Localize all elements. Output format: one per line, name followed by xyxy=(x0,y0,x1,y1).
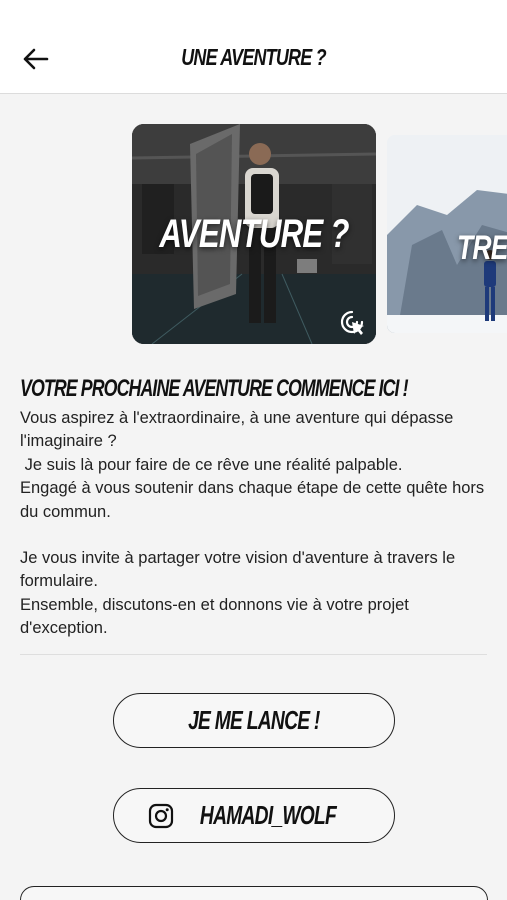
arrow-left-icon xyxy=(23,48,49,70)
carousel-card-next[interactable]: TRE xyxy=(387,135,507,333)
divider xyxy=(20,654,487,655)
instagram-icon xyxy=(148,803,174,828)
page-title: UNE AVENTURE ? xyxy=(181,44,326,70)
app-header: UNE AVENTURE ? xyxy=(0,0,507,94)
text-line: Ensemble, discutons-en et donnons vie à … xyxy=(20,595,409,638)
tap-cursor-icon xyxy=(340,310,364,335)
instagram-button[interactable]: HAMADI_WOLF xyxy=(113,788,395,843)
carousel-card-aventure[interactable]: AVENTURE ? xyxy=(132,124,376,344)
button-label: JE ME LANCE ! xyxy=(188,705,320,735)
section-title: VOTRE PROCHAINE AVENTURE COMMENCE ICI ! xyxy=(20,375,409,402)
je-me-lance-button[interactable]: JE ME LANCE ! xyxy=(113,693,395,748)
intro-text: Vous aspirez à l'extraordinaire, à une a… xyxy=(20,407,490,641)
text-line: Je suis là pour faire de ce rêve une réa… xyxy=(20,455,403,474)
image-carousel[interactable]: AVENTURE ? TRE xyxy=(0,124,507,346)
card-label: TRE xyxy=(457,229,507,267)
intro-section: VOTRE PROCHAINE AVENTURE COMMENCE ICI ! … xyxy=(20,375,490,641)
text-line: Engagé à vous soutenir dans chaque étape… xyxy=(20,479,485,521)
bottom-card[interactable] xyxy=(20,886,488,900)
text-line: Vous aspirez à l'extraordinaire, à une a… xyxy=(20,409,454,451)
text-line: Je vous invite à partager votre vision d… xyxy=(20,549,456,591)
card-label: AVENTURE ? xyxy=(159,212,349,256)
button-label: HAMADI_WOLF xyxy=(199,800,337,830)
back-button[interactable] xyxy=(18,42,52,76)
